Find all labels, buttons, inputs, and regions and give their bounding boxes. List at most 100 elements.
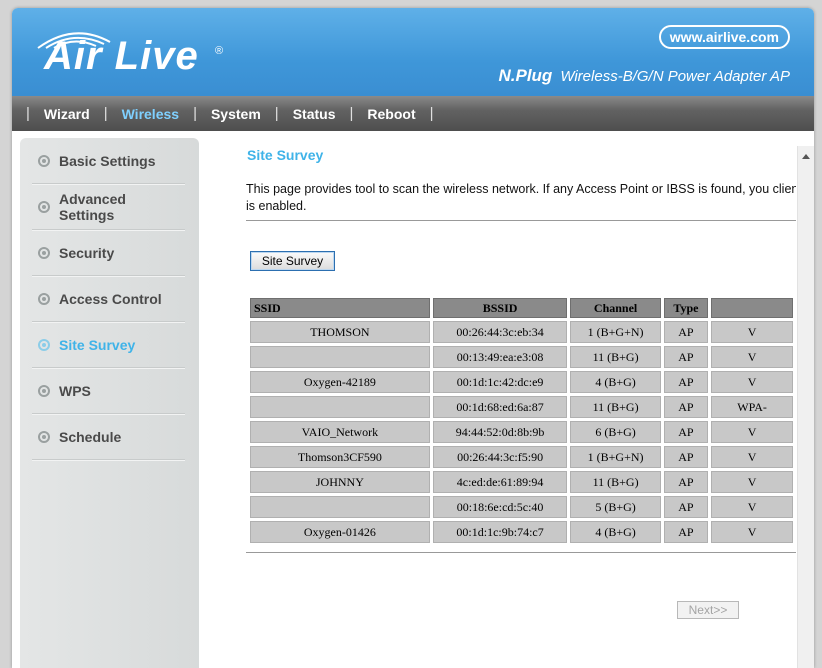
column-header-security <box>711 298 793 318</box>
cell-ssid: THOMSON <box>250 321 430 343</box>
cell-bssid: 00:13:49:ea:e3:08 <box>432 346 568 368</box>
sidebar: Basic Settings Advanced Settings Securit… <box>20 138 199 668</box>
cell-channel: 4 (B+G) <box>570 371 661 393</box>
cell-channel: 11 (B+G) <box>570 346 661 368</box>
sidebar-item-access-control[interactable]: Access Control <box>32 276 185 322</box>
table-row[interactable]: 00:1d:68:ed:6a:87 11 (B+G) AP WPA- <box>250 396 793 418</box>
cell-security: V <box>711 471 793 493</box>
cell-bssid: 00:1d:1c:9b:74:c7 <box>432 521 568 543</box>
cell-channel: 11 (B+G) <box>570 471 661 493</box>
table-row[interactable]: THOMSON 00:26:44:3c:eb:34 1 (B+G+N) AP V <box>250 321 793 343</box>
cell-bssid: 00:26:44:3c:f5:90 <box>432 446 568 468</box>
table-row[interactable]: Oxygen-01426 00:1d:1c:9b:74:c7 4 (B+G) A… <box>250 521 793 543</box>
table-header-row: SSID BSSID Channel Type <box>250 298 793 318</box>
table-row[interactable]: 00:18:6e:cd:5c:40 5 (B+G) AP V <box>250 496 793 518</box>
cell-channel: 11 (B+G) <box>570 396 661 418</box>
menu-system[interactable]: System <box>199 106 273 122</box>
registered-mark: ® <box>215 45 224 57</box>
sidebar-item-security[interactable]: Security <box>32 230 185 276</box>
sidebar-item-basic-settings[interactable]: Basic Settings <box>32 138 185 184</box>
cell-security: WPA- <box>711 396 793 418</box>
cell-type: AP <box>663 346 709 368</box>
cell-security: V <box>711 521 793 543</box>
menu-separator: | <box>193 105 197 122</box>
cell-type: AP <box>663 446 709 468</box>
cell-channel: 1 (B+G+N) <box>570 446 661 468</box>
menu-wizard[interactable]: Wizard <box>32 106 102 122</box>
scroll-up-arrow-icon[interactable] <box>802 154 810 159</box>
sidebar-item-schedule[interactable]: Schedule <box>32 414 185 460</box>
site-survey-button[interactable]: Site Survey <box>250 251 335 271</box>
table-row[interactable]: Oxygen-42189 00:1d:1c:42:dc:e9 4 (B+G) A… <box>250 371 793 393</box>
menu-wireless[interactable]: Wireless <box>110 106 191 122</box>
column-header-ssid: SSID <box>250 298 430 318</box>
cell-bssid: 00:1d:68:ed:6a:87 <box>432 396 568 418</box>
menu-separator: | <box>103 105 108 122</box>
product-desc: Wireless-B/G/N Power Adapter AP <box>560 68 790 85</box>
cell-security: V <box>711 421 793 443</box>
cell-ssid: Oxygen-01426 <box>250 521 430 543</box>
table-row[interactable]: VAIO_Network 94:44:52:0d:8b:9b 6 (B+G) A… <box>250 421 793 443</box>
radio-bullet-icon <box>38 200 50 213</box>
menu-reboot[interactable]: Reboot <box>355 106 427 122</box>
cell-bssid: 00:18:6e:cd:5c:40 <box>432 496 568 518</box>
sidebar-item-advanced-settings[interactable]: Advanced Settings <box>32 184 185 230</box>
cell-channel: 1 (B+G+N) <box>570 321 661 343</box>
table-row[interactable]: JOHNNY 4c:ed:de:61:89:94 11 (B+G) AP V <box>250 471 793 493</box>
cell-bssid: 00:1d:1c:42:dc:e9 <box>432 371 568 393</box>
website-link[interactable]: www.airlive.com <box>658 25 790 49</box>
logo-text: Air Live <box>44 34 199 78</box>
radio-bullet-icon <box>38 430 50 443</box>
column-header-channel: Channel <box>570 298 661 318</box>
cell-channel: 6 (B+G) <box>570 421 661 443</box>
sidebar-item-label: WPS <box>59 382 91 399</box>
cell-bssid: 94:44:52:0d:8b:9b <box>432 421 568 443</box>
sidebar-item-label: Access Control <box>59 290 162 307</box>
menu-status[interactable]: Status <box>281 106 348 122</box>
menu-separator: | <box>26 105 30 122</box>
sidebar-item-site-survey[interactable]: Site Survey <box>32 322 185 368</box>
cell-type: AP <box>663 396 709 418</box>
table-row[interactable]: 00:13:49:ea:e3:08 11 (B+G) AP V <box>250 346 793 368</box>
sidebar-item-label: Basic Settings <box>59 152 156 169</box>
sidebar-item-label: Security <box>59 244 115 261</box>
radio-bullet-icon <box>38 338 50 351</box>
next-button[interactable]: Next>> <box>677 601 739 619</box>
cell-ssid <box>250 496 430 518</box>
cell-type: AP <box>663 496 709 518</box>
menu-separator: | <box>429 105 434 122</box>
sidebar-item-label: Site Survey <box>59 336 136 353</box>
column-header-type: Type <box>663 298 709 318</box>
cell-ssid <box>250 346 430 368</box>
cell-security: V <box>711 446 793 468</box>
cell-type: AP <box>663 521 709 543</box>
menu-separator: | <box>349 105 354 122</box>
header-banner: Air Live ® www.airlive.com N.Plug Wireles… <box>12 8 814 96</box>
radio-bullet-icon <box>38 384 50 397</box>
column-header-bssid: BSSID <box>432 298 568 318</box>
site-survey-table: SSID BSSID Channel Type THOMSON 00:26:44… <box>247 295 796 546</box>
cell-type: AP <box>663 421 709 443</box>
cell-security: V <box>711 321 793 343</box>
cell-channel: 4 (B+G) <box>570 521 661 543</box>
cell-security: V <box>711 496 793 518</box>
sidebar-item-wps[interactable]: WPS <box>32 368 185 414</box>
radio-bullet-icon <box>38 292 50 305</box>
router-admin-window: Air Live ® www.airlive.com N.Plug Wireles… <box>12 8 814 668</box>
vertical-scrollbar[interactable] <box>797 146 814 668</box>
cell-type: AP <box>663 471 709 493</box>
top-menu: | Wizard | Wireless | System | Status | … <box>12 96 814 131</box>
table-row[interactable]: Thomson3CF590 00:26:44:3c:f5:90 1 (B+G+N… <box>250 446 793 468</box>
product-title: N.Plug Wireless-B/G/N Power Adapter AP <box>498 66 790 86</box>
sidebar-item-label: Advanced Settings <box>59 190 126 223</box>
sidebar-item-label: Schedule <box>59 428 122 445</box>
menu-separator: | <box>274 105 279 122</box>
cell-type: AP <box>663 371 709 393</box>
cell-type: AP <box>663 321 709 343</box>
cell-security: V <box>711 346 793 368</box>
page-title: Site Survey <box>247 147 324 163</box>
cell-bssid: 4c:ed:de:61:89:94 <box>432 471 568 493</box>
radio-bullet-icon <box>38 246 50 259</box>
cell-ssid: VAIO_Network <box>250 421 430 443</box>
cell-ssid: JOHNNY <box>250 471 430 493</box>
